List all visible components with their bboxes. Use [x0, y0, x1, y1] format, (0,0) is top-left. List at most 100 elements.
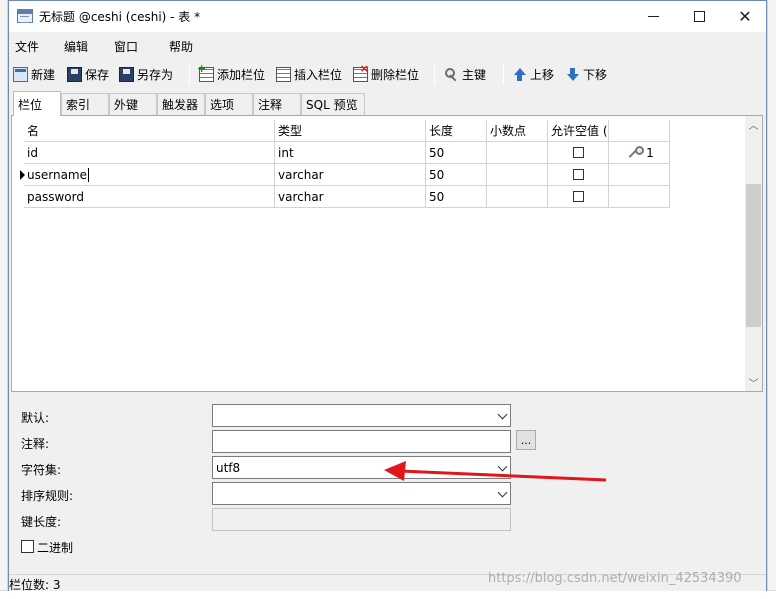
- save-as-button-label: 另存为: [137, 67, 174, 82]
- menu-edit[interactable]: 编辑: [64, 38, 88, 55]
- maximize-button[interactable]: [676, 1, 722, 32]
- insert-field-label: 插入栏位: [294, 67, 343, 82]
- minimize-button[interactable]: [630, 1, 676, 32]
- collation-label: 排序规则:: [21, 489, 74, 503]
- field-length-cell[interactable]: 50: [426, 186, 487, 208]
- column-header-name[interactable]: 名: [24, 120, 275, 142]
- menu-bar: 文件 编辑 窗口 帮助: [9, 32, 766, 57]
- insert-field-icon: [276, 66, 291, 82]
- field-type-cell[interactable]: varchar: [275, 186, 426, 208]
- comment-edit-button[interactable]: ...: [516, 430, 536, 450]
- primary-key-button[interactable]: 主键: [444, 64, 486, 84]
- menu-file[interactable]: 文件: [15, 38, 39, 55]
- field-decimals-cell[interactable]: [487, 142, 548, 164]
- fields-grid: 名 类型 长度 小数点 允许空值 ( id int 50 1 username …: [11, 115, 763, 392]
- annotation-arrow: [384, 461, 607, 482]
- field-decimals-cell[interactable]: [487, 164, 548, 186]
- background-window-bottom: [0, 590, 776, 599]
- maximize-icon: [693, 11, 705, 22]
- add-field-button[interactable]: 添加栏位: [197, 62, 266, 84]
- tab-foreign-keys[interactable]: 外键: [109, 93, 157, 115]
- column-header-key[interactable]: [609, 120, 670, 142]
- tab-fields[interactable]: 栏位: [13, 91, 61, 116]
- field-name-cell[interactable]: password: [24, 186, 275, 208]
- close-icon: ✕: [738, 7, 752, 26]
- menu-help[interactable]: 帮助: [169, 38, 193, 55]
- default-combobox[interactable]: [212, 404, 511, 427]
- toolbar-separator: [189, 63, 190, 85]
- key-order: 1: [646, 145, 654, 160]
- save-button[interactable]: 保存: [67, 64, 109, 84]
- add-field-icon: [197, 62, 214, 82]
- allow-null-checkbox[interactable]: [572, 191, 584, 202]
- new-button[interactable]: 新建: [13, 64, 55, 84]
- minimize-icon: [647, 16, 659, 17]
- comment-input[interactable]: [212, 430, 511, 453]
- field-length-cell[interactable]: 50: [426, 164, 487, 186]
- scroll-up-icon[interactable]: ︿: [745, 116, 762, 133]
- save-icon: [67, 66, 82, 82]
- tab-triggers[interactable]: 触发器: [157, 93, 205, 115]
- save-as-button[interactable]: 另存为: [119, 64, 173, 84]
- background-window-left: [0, 0, 8, 599]
- field-length-cell[interactable]: 50: [426, 142, 487, 164]
- primary-key-label: 主键: [462, 67, 487, 82]
- allow-null-checkbox[interactable]: [572, 169, 584, 180]
- field-decimals-cell[interactable]: [487, 186, 548, 208]
- key-cell[interactable]: 1: [609, 142, 670, 164]
- field-name-cell[interactable]: id: [24, 142, 275, 164]
- background-window-right: [767, 0, 776, 599]
- scroll-down-icon[interactable]: ﹀: [745, 374, 762, 391]
- tab-sql-preview[interactable]: SQL 预览: [301, 93, 365, 115]
- annotation-arrow-head: [384, 461, 406, 481]
- allow-null-cell[interactable]: [548, 186, 609, 208]
- binary-checkbox[interactable]: [21, 540, 34, 553]
- allow-null-checkbox[interactable]: [572, 147, 584, 158]
- new-button-label: 新建: [31, 67, 56, 82]
- add-field-label: 添加栏位: [217, 67, 266, 82]
- delete-field-label: 删除栏位: [371, 67, 420, 82]
- key-length-input: [212, 508, 511, 531]
- key-cell[interactable]: [609, 186, 670, 208]
- close-button[interactable]: ✕: [722, 1, 768, 32]
- tab-options[interactable]: 选项: [205, 93, 253, 115]
- field-type-cell[interactable]: int: [275, 142, 426, 164]
- text-cursor: [88, 167, 89, 182]
- toolbar-separator: [434, 63, 435, 85]
- scroll-thumb[interactable]: [746, 184, 761, 327]
- comment-label: 注释:: [21, 437, 50, 451]
- field-count: 栏位数: 3: [9, 578, 61, 592]
- binary-label[interactable]: 二进制: [37, 539, 73, 556]
- new-table-icon: [13, 66, 28, 82]
- column-header-allow-null[interactable]: 允许空值 (: [548, 120, 609, 142]
- delete-field-button[interactable]: 删除栏位: [353, 62, 420, 84]
- allow-null-cell[interactable]: [548, 142, 609, 164]
- charset-value: utf8: [216, 460, 241, 475]
- move-down-label: 下移: [583, 67, 608, 82]
- move-up-label: 上移: [530, 67, 555, 82]
- move-down-button[interactable]: 下移: [565, 64, 607, 84]
- tab-strip: 栏位 索引 外键 触发器 选项 注释 SQL 预览: [11, 91, 764, 116]
- menu-window[interactable]: 窗口: [114, 38, 138, 55]
- field-name-cell[interactable]: username: [24, 164, 275, 186]
- move-up-button[interactable]: 上移: [512, 64, 554, 84]
- allow-null-cell[interactable]: [548, 164, 609, 186]
- save-button-label: 保存: [85, 67, 110, 82]
- column-header-length[interactable]: 长度: [426, 120, 487, 142]
- grid-vertical-scrollbar[interactable]: ︿ ﹀: [745, 116, 762, 391]
- primary-key-icon: [627, 145, 645, 160]
- arrow-up-icon: [512, 67, 527, 82]
- tab-comment[interactable]: 注释: [253, 93, 301, 115]
- key-cell[interactable]: [609, 164, 670, 186]
- field-type-cell[interactable]: varchar: [275, 164, 426, 186]
- chevron-down-icon: [497, 487, 508, 498]
- toolbar-separator: [503, 63, 504, 85]
- tab-indexes[interactable]: 索引: [61, 93, 109, 115]
- column-header-decimals[interactable]: 小数点: [487, 120, 548, 142]
- insert-field-button[interactable]: 插入栏位: [276, 64, 342, 84]
- default-label: 默认:: [21, 411, 50, 425]
- chevron-down-icon: [497, 409, 508, 420]
- column-header-type[interactable]: 类型: [275, 120, 426, 142]
- watermark: https://blog.csdn.net/weixin_42534390: [488, 571, 742, 586]
- save-as-icon: [119, 66, 134, 82]
